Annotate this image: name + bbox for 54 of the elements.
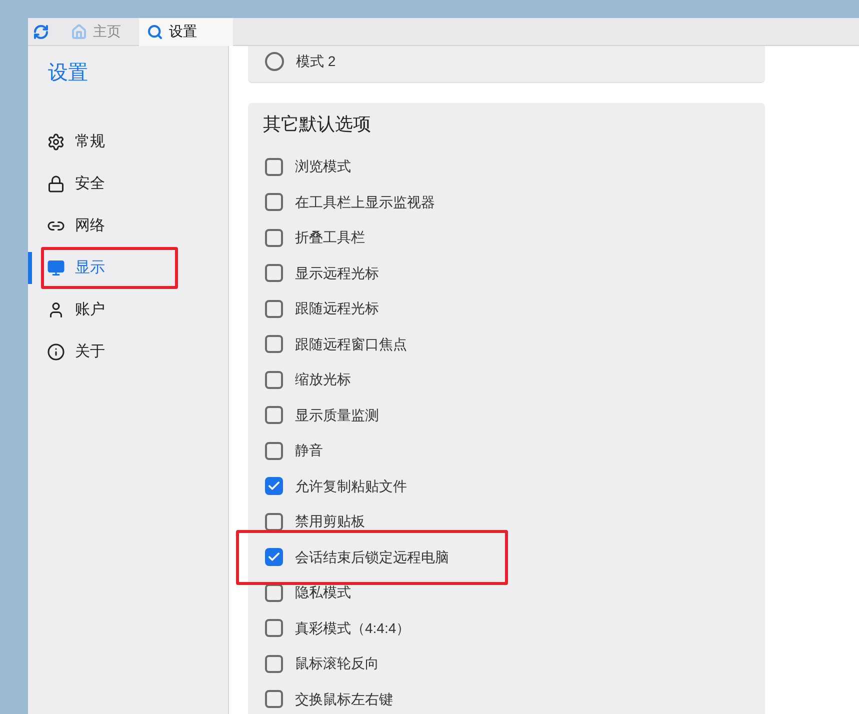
option-label: 禁用剪贴板 — [295, 512, 365, 531]
logo-icon — [33, 24, 49, 40]
option-label: 跟随远程光标 — [295, 299, 379, 318]
option-label: 浏览模式 — [295, 157, 351, 176]
option-label: 会话结束后锁定远程电脑 — [295, 548, 449, 566]
option-label: 在工具栏上显示监视器 — [295, 192, 435, 212]
checkbox[interactable] — [265, 264, 283, 282]
checkbox[interactable] — [265, 477, 283, 495]
search-icon — [147, 24, 163, 40]
option-row[interactable]: 会话结束后锁定远程电脑 — [236, 530, 508, 584]
home-icon — [71, 24, 87, 40]
checkbox[interactable] — [265, 442, 283, 460]
checkbox[interactable] — [265, 584, 283, 602]
sidebar-item[interactable]: 常规 — [41, 121, 178, 163]
tab[interactable]: 设置 — [139, 18, 233, 46]
checkbox[interactable] — [265, 335, 283, 353]
check-icon — [267, 479, 281, 493]
checkbox[interactable] — [265, 193, 283, 211]
option-label: 允许复制粘贴文件 — [295, 476, 407, 496]
radio-button[interactable] — [265, 52, 284, 70]
option-label: 显示远程光标 — [295, 264, 379, 282]
sidebar-item[interactable]: 网络 — [41, 205, 178, 247]
option-label: 模式 2 — [296, 52, 336, 70]
sidebar-item[interactable]: 账户 — [41, 289, 178, 331]
sidebar-item[interactable]: 安全 — [41, 163, 178, 205]
card-title: 其它默认选项 — [263, 113, 371, 136]
option-label: 隐私模式 — [295, 583, 351, 602]
sidebar-item[interactable]: 显示 — [41, 247, 178, 289]
checkbox[interactable] — [265, 548, 283, 566]
check-icon — [267, 550, 281, 564]
sidebar-title: 设置 — [48, 61, 88, 86]
option-label: 静音 — [295, 441, 323, 460]
lock-icon — [47, 175, 65, 193]
checkbox[interactable] — [265, 370, 283, 388]
option-label: 跟随远程窗口焦点 — [295, 334, 407, 354]
settings-icon — [47, 133, 65, 151]
option-label: 折叠工具栏 — [295, 228, 365, 247]
checkbox[interactable] — [265, 228, 283, 246]
checkbox[interactable] — [265, 406, 283, 424]
checkbox[interactable] — [265, 619, 283, 637]
monitor-icon — [47, 259, 65, 277]
checkbox[interactable] — [265, 512, 283, 530]
checkbox[interactable] — [265, 300, 283, 318]
sidebar-item[interactable]: 关于 — [41, 331, 178, 373]
option-label: 鼠标滚轮反向 — [295, 654, 379, 673]
option-label: 交换鼠标左右键 — [295, 690, 393, 708]
option-label: 真彩模式（4:4:4） — [295, 618, 410, 638]
checkbox[interactable] — [265, 654, 283, 672]
user-icon — [47, 301, 65, 319]
info-icon — [47, 343, 65, 361]
option-label: 缩放光标 — [295, 370, 351, 389]
checkbox[interactable] — [265, 158, 283, 176]
option-label: 显示质量监测 — [295, 406, 379, 424]
checkbox[interactable] — [265, 690, 283, 708]
